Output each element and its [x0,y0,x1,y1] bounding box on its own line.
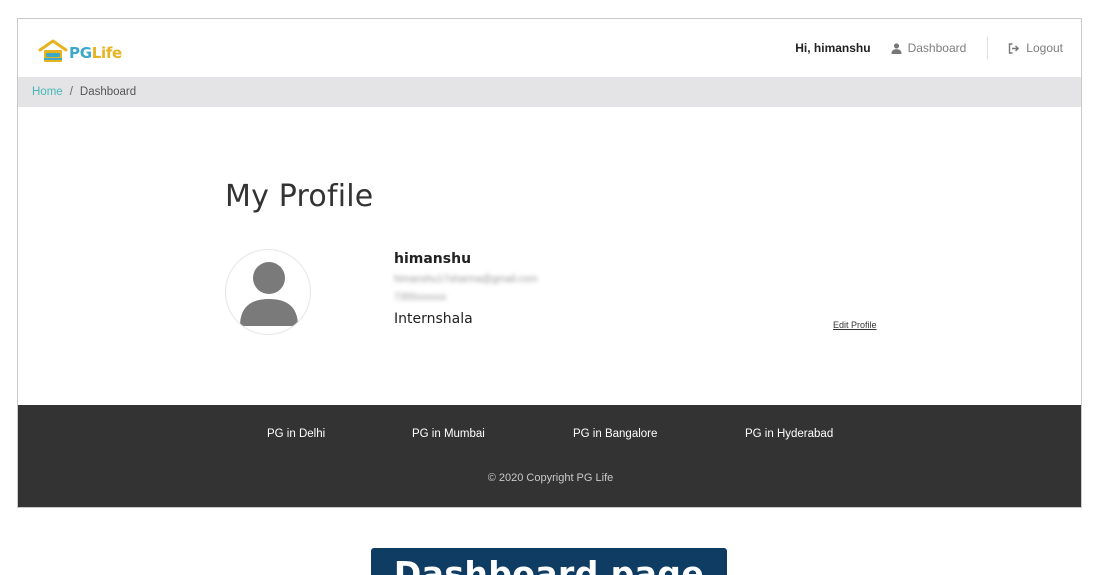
profile-college: Internshala [394,311,473,327]
caption-banner: Dashboard page [371,548,727,575]
breadcrumb: Home / Dashboard [18,77,1081,107]
dashboard-link-label: Dashboard [907,41,967,55]
edit-profile-link[interactable]: Edit Profile [833,320,877,330]
app-window: PGLife Hi, himanshu Dashboard Logout Hom… [17,18,1082,508]
profile-email: himanshu17sharma@gmail.com [394,274,538,285]
profile-name: himanshu [394,251,472,267]
navbar: PGLife Hi, himanshu Dashboard Logout [18,19,1081,77]
nav-right: Hi, himanshu Dashboard Logout [795,37,1063,59]
profile-details: himanshu himanshu17sharma@gmail.com 7355… [394,251,538,327]
footer-links: PG in Delhi PG in Mumbai PG in Bangalore… [18,428,1081,444]
logo-text: PGLife [69,44,122,62]
logo[interactable]: PGLife [38,33,122,63]
home-logo-icon [38,39,68,62]
logout-icon [1009,42,1020,54]
avatar-placeholder-icon [240,262,298,326]
footer-link-bangalore[interactable]: PG in Bangalore [573,428,657,440]
avatar [225,249,311,335]
nav-divider [987,37,989,59]
logout-link[interactable]: Logout [1008,41,1063,55]
footer-link-delhi[interactable]: PG in Delhi [267,428,325,440]
copyright: © 2020 Copyright PG Life [18,472,1081,484]
profile-phone: 7355xxxxxx [394,292,447,303]
user-icon [891,42,902,54]
footer-link-mumbai[interactable]: PG in Mumbai [412,428,485,440]
footer: PG in Delhi PG in Mumbai PG in Bangalore… [18,405,1081,507]
breadcrumb-home-link[interactable]: Home [32,86,63,98]
breadcrumb-separator: / [69,86,73,98]
footer-link-hyderabad[interactable]: PG in Hyderabad [745,428,833,440]
logout-link-label: Logout [1026,41,1063,55]
user-greeting: Hi, himanshu [795,41,871,55]
breadcrumb-current: Dashboard [79,86,137,98]
dashboard-link[interactable]: Dashboard [891,41,967,55]
page-title: My Profile [225,179,374,214]
copyright-text: © 2020 Copyright PG Life [487,472,614,484]
